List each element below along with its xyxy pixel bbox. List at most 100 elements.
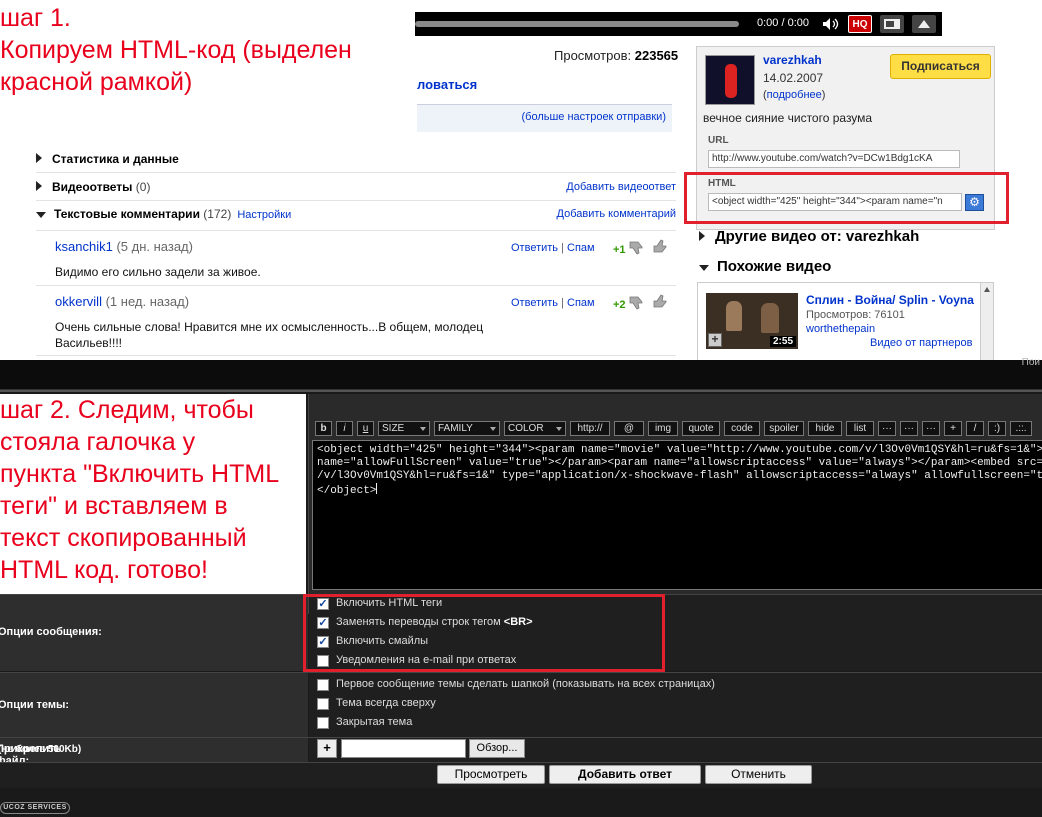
url-button[interactable]: http:// — [570, 421, 610, 436]
divider — [36, 355, 676, 356]
comment-settings-link[interactable]: Настройки — [237, 209, 291, 221]
submit-reply-button[interactable]: Добавить ответ — [549, 765, 701, 784]
author-name[interactable]: ksanchik1 — [55, 239, 113, 254]
subscribe-button[interactable]: Подписаться — [890, 54, 991, 79]
widescreen-icon[interactable] — [880, 15, 904, 33]
toolbar-extra-button[interactable]: ··· — [922, 421, 940, 436]
section-title: Другие видео от: varezhkah — [715, 228, 920, 245]
more-share-settings-link[interactable]: (больше настроек отправки) — [521, 111, 666, 123]
scroll-up-icon[interactable] — [984, 287, 990, 292]
smiley-button[interactable]: :) — [988, 421, 1006, 436]
file-path-input[interactable] — [341, 739, 466, 758]
more-info-link[interactable]: подробнее — [767, 89, 822, 101]
family-select[interactable]: FAMILY — [434, 421, 500, 436]
avatar[interactable] — [705, 55, 755, 105]
video-thumbnail[interactable]: + 2:55 — [706, 293, 798, 349]
reply-link[interactable]: Ответить — [511, 297, 558, 309]
email-button[interactable]: @ — [614, 421, 644, 436]
plus-icon[interactable]: + — [708, 333, 722, 347]
checkbox[interactable] — [317, 679, 329, 691]
stats-section[interactable]: Статистика и данные — [36, 152, 179, 166]
thumbs-up-icon[interactable] — [652, 293, 670, 309]
bbcode-toolbar: b i u SIZE FAMILY COLOR http:// @ img qu… — [312, 421, 1040, 437]
divider — [36, 172, 676, 173]
section-count: (0) — [135, 180, 151, 194]
section-title: Статистика и данные — [52, 152, 179, 166]
divider — [36, 230, 676, 231]
step1-line: шаг 1. — [0, 4, 71, 32]
toolbar-extra-button[interactable]: ··· — [900, 421, 918, 436]
quote-button[interactable]: quote — [682, 421, 720, 436]
speaker-icon[interactable] — [820, 15, 840, 33]
url-field[interactable]: http://www.youtube.com/watch?v=DCw1Bdg1c… — [708, 150, 960, 168]
cancel-button[interactable]: Отменить — [705, 765, 812, 784]
add-button[interactable]: + — [944, 421, 962, 436]
checkbox[interactable] — [317, 698, 329, 710]
collapse-arrow-icon — [36, 212, 46, 218]
video-player-controls: 0:00 / 0:00 HQ — [415, 12, 942, 36]
row-label: Опции темы: — [0, 673, 308, 737]
highlight-frame — [684, 172, 1009, 224]
paren: ) — [821, 89, 826, 101]
add-file-button[interactable]: + — [317, 739, 337, 758]
share-panel: (больше настроек отправки) — [417, 104, 672, 132]
hide-button[interactable]: hide — [808, 421, 842, 436]
img-button[interactable]: img — [648, 421, 678, 436]
comment-author[interactable]: ksanchik1 (5 дн. назад) — [55, 239, 193, 254]
partner-videos-link[interactable]: Видео от партнеров — [870, 337, 972, 349]
spam-link[interactable]: Спам — [567, 297, 595, 309]
hq-button[interactable]: HQ — [848, 15, 872, 33]
ucoz-logo[interactable]: UCOZ SERVICES — [0, 802, 70, 814]
video-responses-section[interactable]: Видеоответы (0) — [36, 180, 150, 194]
toolbar-extra-button[interactable]: ··· — [878, 421, 896, 436]
related-videos-section[interactable]: Похожие видео — [699, 258, 831, 275]
bold-button[interactable]: b — [315, 421, 332, 436]
section-title: Текстовые комментарии — [54, 207, 200, 221]
italic-button[interactable]: i — [336, 421, 353, 436]
collapse-arrow-icon — [699, 265, 709, 271]
comment-author[interactable]: okkervill (1 нед. назад) — [55, 294, 189, 309]
thumbs-down-icon[interactable] — [628, 295, 646, 311]
preview-button[interactable]: Просмотреть — [437, 765, 545, 784]
fullscreen-icon[interactable] — [912, 15, 936, 33]
color-select[interactable]: COLOR — [504, 421, 566, 436]
more-button[interactable]: .::. — [1010, 421, 1032, 436]
underline-button[interactable]: u — [357, 421, 374, 436]
row-label: Опции сообщения: — [0, 595, 308, 671]
progress-bar[interactable] — [415, 21, 739, 27]
reply-link[interactable]: Ответить — [511, 242, 558, 254]
browse-button[interactable]: Обзор... — [469, 739, 525, 758]
channel-username[interactable]: varezhkah — [763, 53, 822, 67]
step2-line: теги" и вставляем в — [0, 492, 228, 520]
views-value: 223565 — [634, 48, 679, 63]
add-video-response-link[interactable]: Добавить видеоответ — [566, 181, 676, 193]
expand-arrow-icon — [36, 181, 42, 191]
share-link[interactable]: ловаться — [417, 77, 477, 92]
thumbs-up-icon[interactable] — [652, 238, 670, 254]
comment-text: Очень сильные слова! Нравится мне их осм… — [55, 319, 555, 351]
text-comments-section[interactable]: Текстовые комментарии (172) Настройки — [36, 207, 291, 221]
checkbox[interactable] — [317, 717, 329, 729]
highlight-frame — [303, 594, 665, 672]
slash-button[interactable]: / — [966, 421, 984, 436]
code-button[interactable]: code — [724, 421, 760, 436]
comment-actions: Ответить | Спам — [511, 242, 595, 254]
author-name[interactable]: okkervill — [55, 294, 102, 309]
message-textarea[interactable]: <object width="425" height="344"><param … — [312, 440, 1042, 590]
related-video-title[interactable]: Сплин - Война/ Splin - Voyna — [806, 293, 974, 307]
separator: | — [561, 242, 564, 254]
related-video-user[interactable]: worthethepain — [806, 323, 875, 335]
thumbs-down-icon[interactable] — [628, 240, 646, 256]
comment-time: (1 нед. назад) — [105, 294, 190, 309]
divider — [36, 200, 676, 201]
size-select[interactable]: SIZE — [378, 421, 430, 436]
comment-score: +2 — [613, 299, 626, 311]
add-comment-link[interactable]: Добавить комментарий — [557, 208, 676, 220]
scrollbar[interactable] — [980, 283, 993, 360]
step1-line: красной рамкой) — [0, 68, 193, 96]
video-description: вечное сияние чистого разума — [703, 111, 873, 125]
other-videos-section[interactable]: Другие видео от: varezhkah — [699, 228, 919, 245]
list-button[interactable]: list — [846, 421, 874, 436]
spam-link[interactable]: Спам — [567, 242, 595, 254]
spoiler-button[interactable]: spoiler — [764, 421, 804, 436]
